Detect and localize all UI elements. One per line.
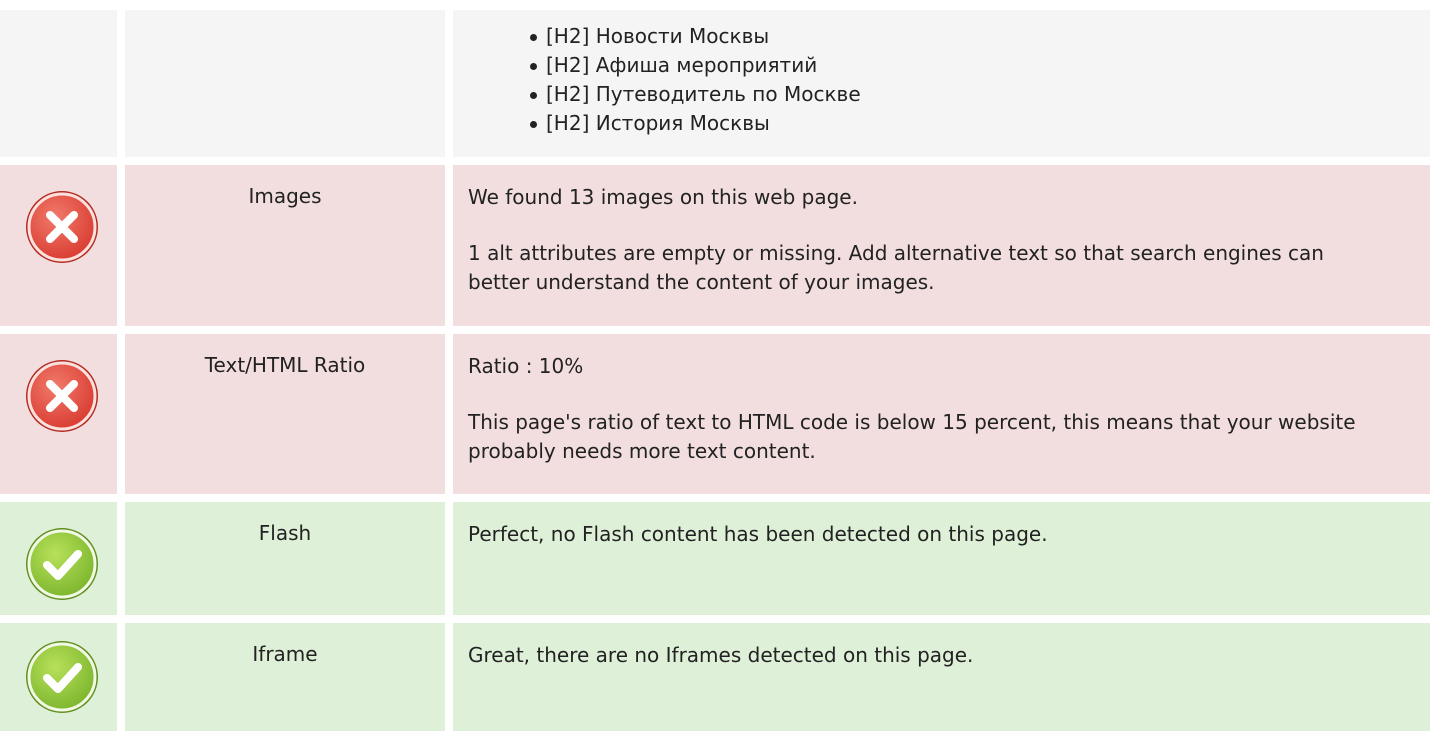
row-paragraph: Ratio : 10% bbox=[468, 354, 584, 378]
text-html-ratio-row: Text/HTML Ratio Ratio : 10% This page's … bbox=[0, 334, 1430, 494]
row-paragraph: This page's ratio of text to HTML code i… bbox=[468, 410, 1356, 463]
h2-heading-item: [H2] Новости Москвы bbox=[530, 22, 861, 51]
flash-row: Flash Perfect, no Flash content has been… bbox=[0, 502, 1430, 615]
iframe-row: Iframe Great, there are no Iframes detec… bbox=[0, 623, 1430, 731]
images-body-cell: We found 13 images on this web page. 1 a… bbox=[453, 165, 1430, 326]
row-description: Perfect, no Flash content has been detec… bbox=[468, 520, 1390, 549]
row-paragraph: 1 alt attributes are empty or missing. A… bbox=[468, 241, 1324, 294]
flash-body-cell: Perfect, no Flash content has been detec… bbox=[453, 502, 1430, 615]
iframe-body-cell: Great, there are no Iframes detected on … bbox=[453, 623, 1430, 731]
images-row: Images We found 13 images on this web pa… bbox=[0, 165, 1430, 326]
success-check-icon bbox=[26, 641, 98, 713]
row-description: Ratio : 10% This page's ratio of text to… bbox=[468, 352, 1390, 466]
flash-label-cell: Flash bbox=[125, 502, 445, 615]
ratio-status-cell bbox=[0, 334, 117, 494]
images-status-cell bbox=[0, 165, 117, 326]
headings-body-cell: [H2] Новости Москвы [H2] Афиша мероприят… bbox=[453, 10, 1430, 157]
row-label: Images bbox=[248, 184, 322, 208]
row-paragraph: We found 13 images on this web page. bbox=[468, 185, 858, 209]
h2-heading-list: [H2] Новости Москвы [H2] Афиша мероприят… bbox=[530, 22, 861, 138]
row-description: We found 13 images on this web page. 1 a… bbox=[468, 183, 1390, 297]
h2-heading-item: [H2] Афиша мероприятий bbox=[530, 51, 861, 80]
row-label: Flash bbox=[258, 521, 312, 545]
h2-heading-item: [H2] История Москвы bbox=[530, 109, 861, 138]
error-x-icon bbox=[26, 191, 98, 263]
success-check-icon bbox=[26, 528, 98, 600]
row-paragraph: Great, there are no Iframes detected on … bbox=[468, 643, 974, 667]
headings-icon-cell bbox=[0, 10, 117, 157]
headings-label-cell bbox=[125, 10, 445, 157]
ratio-label-cell: Text/HTML Ratio bbox=[125, 334, 445, 494]
error-x-icon bbox=[26, 360, 98, 432]
headings-row: [H2] Новости Москвы [H2] Афиша мероприят… bbox=[0, 0, 1430, 157]
row-paragraph: Perfect, no Flash content has been detec… bbox=[468, 522, 1048, 546]
row-label: Text/HTML Ratio bbox=[204, 353, 366, 377]
iframe-label-cell: Iframe bbox=[125, 623, 445, 731]
ratio-body-cell: Ratio : 10% This page's ratio of text to… bbox=[453, 334, 1430, 494]
row-description: Great, there are no Iframes detected on … bbox=[468, 641, 1390, 670]
flash-status-cell bbox=[0, 502, 117, 615]
h2-heading-item: [H2] Путеводитель по Москве bbox=[530, 80, 861, 109]
iframe-status-cell bbox=[0, 623, 117, 731]
row-label: Iframe bbox=[252, 642, 318, 666]
images-label-cell: Images bbox=[125, 165, 445, 326]
